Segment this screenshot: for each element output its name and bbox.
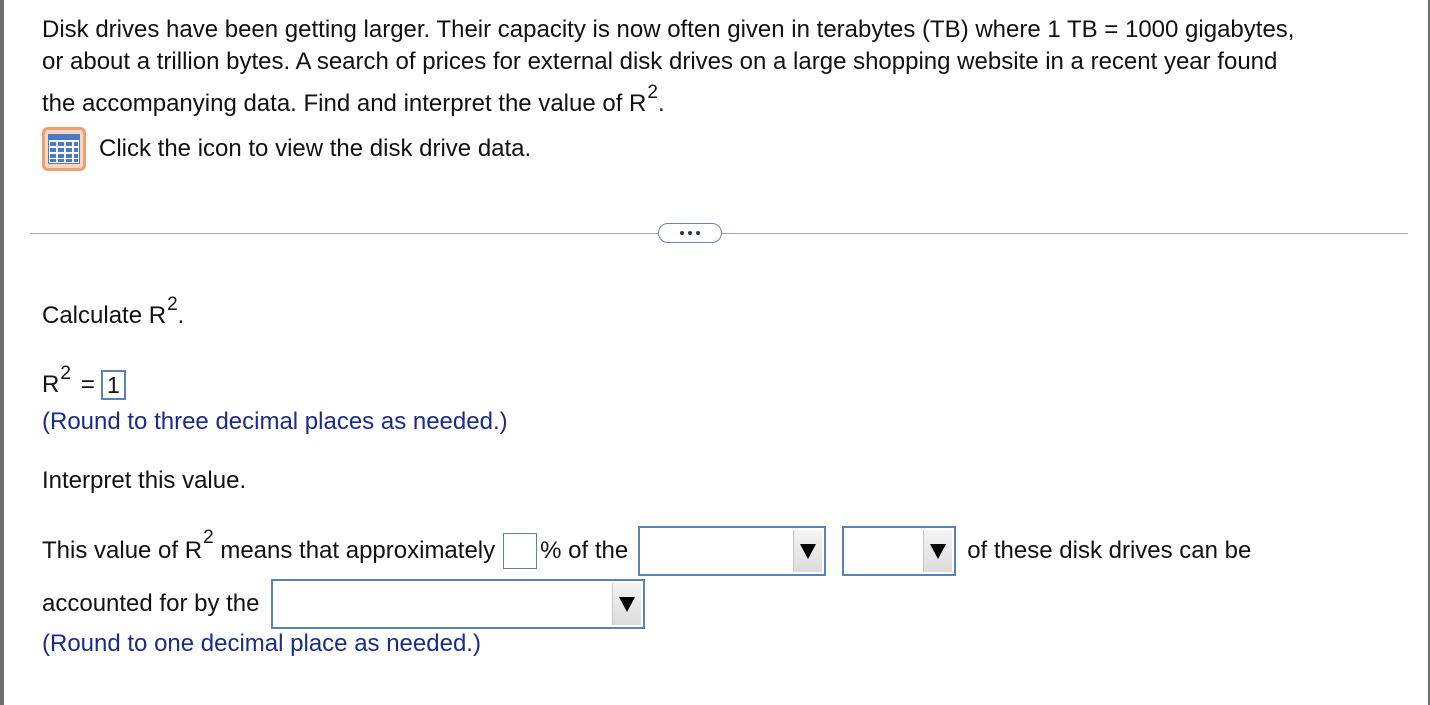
left-border	[0, 0, 4, 705]
calculate-heading: Calculate R2.	[42, 294, 185, 334]
chevron-down-icon[interactable]	[793, 530, 823, 572]
sentence-part-1: This value of R	[42, 537, 203, 564]
round-one-hint: (Round to one decimal place as needed.)	[42, 630, 481, 657]
question-line-2: or about a trillion bytes. A search of p…	[42, 48, 1278, 75]
grid-icon[interactable]	[42, 127, 86, 171]
calculate-superscript: 2	[167, 294, 178, 315]
interpret-label: Interpret this value.	[42, 467, 247, 494]
variation-dropdown[interactable]	[638, 526, 827, 576]
r2-answer-row: R2 = 1	[42, 363, 126, 402]
sentence-part-3: % of the	[540, 537, 629, 564]
calculate-period: .	[177, 302, 185, 329]
question-period: .	[657, 90, 665, 117]
sentence-part-2: means that approximately	[213, 537, 496, 564]
interpretation-line-2: accounted for by the	[42, 579, 646, 629]
chevron-down-icon[interactable]	[923, 530, 953, 572]
sentence-part-4: of these disk drives can be	[967, 537, 1252, 564]
superscript-2: 2	[647, 82, 658, 103]
question-text: Disk drives have been getting larger. Th…	[42, 14, 1412, 122]
sentence-superscript: 2	[203, 527, 214, 548]
percent-input[interactable]	[503, 533, 538, 569]
calculate-label: Calculate R	[42, 302, 167, 329]
r2-label: R	[42, 371, 60, 398]
chevron-down-icon[interactable]	[612, 583, 642, 625]
round-three-hint: (Round to three decimal places as needed…	[42, 408, 508, 435]
explanatory-dropdown[interactable]	[271, 579, 646, 629]
r2-superscript: 2	[60, 363, 71, 384]
question-line-1: Disk drives have been getting larger. Th…	[42, 16, 1295, 43]
variable-dropdown[interactable]	[842, 526, 957, 576]
equals-sign: =	[80, 371, 95, 398]
sentence-part-5: accounted for by the	[42, 590, 260, 617]
question-line-3: the accompanying data. Find and interpre…	[42, 90, 647, 117]
ellipsis-icon[interactable]	[658, 223, 722, 243]
data-link-text: Click the icon to view the disk drive da…	[99, 135, 532, 162]
interpretation-line-1: This value of R2 means that approximatel…	[42, 526, 1251, 576]
r2-answer-input[interactable]: 1	[100, 370, 126, 400]
data-link: Click the icon to view the disk drive da…	[42, 126, 531, 172]
